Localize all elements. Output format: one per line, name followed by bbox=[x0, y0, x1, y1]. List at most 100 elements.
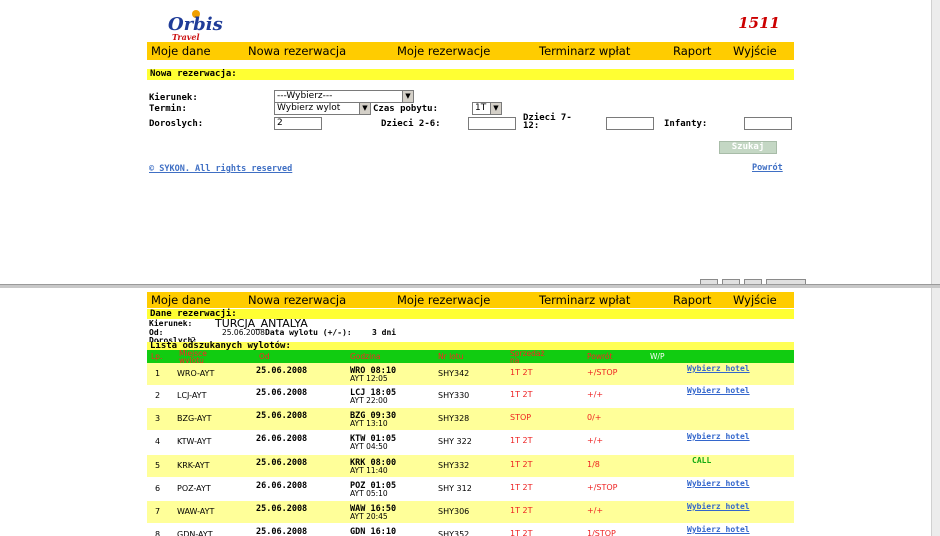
orbis-travel-logo: Orbis Travel bbox=[168, 6, 238, 42]
cell-lp: 1 bbox=[155, 369, 161, 378]
select-hotel-link[interactable]: Wybierz hotel bbox=[687, 364, 750, 373]
cell-return: +/STOP bbox=[587, 483, 618, 492]
cell-flight: SHY 312 bbox=[438, 484, 472, 493]
cell-route: POZ-AYT bbox=[177, 484, 211, 493]
cell-flight: SHY342 bbox=[438, 369, 470, 378]
col-powrot: Powrót bbox=[587, 352, 613, 361]
dorosli-input[interactable]: 2 bbox=[274, 117, 322, 130]
main-nav-bottom: Moje dane Nowa rezerwacja Moje rezerwacj… bbox=[147, 292, 794, 308]
chevron-down-icon: ▼ bbox=[359, 103, 370, 114]
nav-raport[interactable]: Raport bbox=[673, 44, 711, 58]
col-wp: W/P bbox=[650, 352, 665, 361]
res-data-value: 3 dni bbox=[372, 328, 397, 337]
czas-label: Czas pobytu: bbox=[373, 104, 439, 114]
nav-nowa-rezerwacja[interactable]: Nowa rezerwacja bbox=[248, 293, 346, 307]
nav-nowa-rezerwacja[interactable]: Nowa rezerwacja bbox=[248, 44, 346, 58]
cell-lp: 7 bbox=[155, 507, 161, 516]
res-kierunek-label: Kierunek: bbox=[149, 319, 193, 328]
cell-lp: 4 bbox=[155, 437, 161, 446]
nav-terminarz-wplat[interactable]: Terminarz wpłat bbox=[539, 293, 630, 307]
cell-arrival: AYT 05:10 bbox=[350, 489, 388, 498]
dzieci26-input[interactable] bbox=[468, 117, 516, 130]
cell-return: 0/+ bbox=[587, 413, 602, 422]
table-row: 4 KTW-AYT 26.06.2008 KTW 01:05 AYT 04:50 SHY … bbox=[147, 431, 794, 453]
col-od: Od bbox=[259, 352, 270, 361]
call-label: CALL bbox=[692, 456, 712, 465]
cell-sale: 1T 2T bbox=[510, 460, 533, 469]
kierunek-value: ---Wybierz--- bbox=[277, 91, 333, 101]
nav-wyjscie[interactable]: Wyjście bbox=[733, 293, 777, 307]
search-button[interactable]: Szukaj bbox=[719, 141, 777, 154]
cell-lp: 5 bbox=[155, 461, 161, 470]
cell-sale: 1T 2T bbox=[510, 483, 533, 492]
cell-date: 25.06.2008 bbox=[256, 366, 308, 376]
cell-return: 1/8 bbox=[587, 460, 600, 469]
nav-moje-dane[interactable]: Moje dane bbox=[151, 44, 211, 58]
main-nav: Moje dane Nowa rezerwacja Moje rezerwacj… bbox=[147, 42, 794, 60]
table-row: 5 KRK-AYT 25.06.2008 KRK 08:00 AYT 11:40 SHY3… bbox=[147, 455, 794, 477]
res-od-value: 25.06.2008 bbox=[222, 328, 265, 337]
table-row: 8 GDN-AYT 25.06.2008 GDN 16:10 SHY352 1T 2T 1/… bbox=[147, 524, 794, 536]
termin-value: Wybierz wylot bbox=[277, 103, 341, 113]
cell-lp: 8 bbox=[155, 530, 161, 536]
dzieci712-label: Dzieci 7-12: bbox=[523, 113, 572, 131]
dzieci26-label: Dzieci 2-6: bbox=[381, 119, 441, 129]
cell-route: KRK-AYT bbox=[177, 461, 210, 470]
select-hotel-link[interactable]: Wybierz hotel bbox=[687, 479, 750, 488]
copyright-link[interactable]: © SYKON. All rights reserved bbox=[149, 164, 292, 174]
cell-route: LCJ-AYT bbox=[177, 391, 207, 400]
cell-arrival: AYT 11:40 bbox=[350, 466, 388, 475]
cell-route: GDN-AYT bbox=[177, 530, 213, 536]
cell-arrival: AYT 20:45 bbox=[350, 512, 388, 521]
select-hotel-link[interactable]: Wybierz hotel bbox=[687, 432, 750, 441]
chevron-down-icon: ▼ bbox=[490, 103, 501, 114]
nav-moje-dane[interactable]: Moje dane bbox=[151, 293, 211, 307]
table-row: 1 WRO-AYT 25.06.2008 WRO 08:10 AYT 12:05 SHY3… bbox=[147, 363, 794, 385]
cell-sale: 1T 2T bbox=[510, 436, 533, 445]
section-title: Nowa rezerwacja: bbox=[147, 69, 794, 80]
select-hotel-link[interactable]: Wybierz hotel bbox=[687, 386, 750, 395]
col-godzina: Godzina bbox=[350, 352, 381, 361]
cell-route: BZG-AYT bbox=[177, 414, 212, 423]
back-link[interactable]: Powrót bbox=[752, 163, 783, 173]
cell-lp: 2 bbox=[155, 391, 161, 400]
search-window: Orbis Travel 1511 Moje dane Nowa rezerwa… bbox=[0, 0, 940, 285]
nav-moje-rezerwacje[interactable]: Moje rezerwacje bbox=[397, 293, 490, 307]
czas-value: 1T bbox=[475, 103, 487, 113]
cell-return: +/+ bbox=[587, 506, 604, 515]
dzieci712-input[interactable] bbox=[606, 117, 654, 130]
select-hotel-link[interactable]: Wybierz hotel bbox=[687, 525, 750, 534]
results-header: Lp. Miejsce wylotu Od Godzina Nr lotu Sp… bbox=[147, 350, 794, 364]
nav-raport[interactable]: Raport bbox=[673, 293, 711, 307]
cell-route: WRO-AYT bbox=[177, 369, 215, 378]
cell-flight: SHY 322 bbox=[438, 437, 472, 446]
logo-sub: Travel bbox=[172, 32, 200, 42]
cell-flight: SHY352 bbox=[438, 530, 470, 536]
cell-return: 1/STOP bbox=[587, 529, 616, 536]
nav-terminarz-wplat[interactable]: Terminarz wpłat bbox=[539, 44, 630, 58]
cell-flight: SHY332 bbox=[438, 461, 470, 470]
infanty-input[interactable] bbox=[744, 117, 792, 130]
czas-select[interactable]: 1T ▼ bbox=[472, 102, 502, 115]
cell-date: 25.06.2008 bbox=[256, 527, 308, 536]
bottom-scrollbar[interactable] bbox=[931, 288, 940, 536]
cell-flight: SHY330 bbox=[438, 391, 470, 400]
table-row: 3 BZG-AYT 25.06.2008 BZG 09:30 AYT 13:10 SHY3… bbox=[147, 408, 794, 430]
nav-wyjscie[interactable]: Wyjście bbox=[733, 44, 777, 58]
chevron-down-icon: ▼ bbox=[402, 91, 413, 102]
top-scrollbar[interactable] bbox=[931, 0, 940, 284]
cell-lp: 6 bbox=[155, 484, 161, 493]
cell-route: KTW-AYT bbox=[177, 437, 212, 446]
cell-return: +/+ bbox=[587, 436, 604, 445]
cell-sale: STOP bbox=[510, 413, 532, 422]
agent-code: 1511 bbox=[738, 14, 780, 32]
cell-date: 25.06.2008 bbox=[256, 458, 308, 468]
kierunek-label: Kierunek: bbox=[149, 93, 198, 103]
cell-sale: 1T 2T bbox=[510, 368, 533, 377]
select-hotel-link[interactable]: Wybierz hotel bbox=[687, 502, 750, 511]
res-data-label: Data wylotu (+/-): bbox=[265, 328, 352, 337]
termin-select[interactable]: Wybierz wylot ▼ bbox=[274, 102, 371, 115]
cell-arrival: AYT 12:05 bbox=[350, 374, 388, 383]
nav-moje-rezerwacje[interactable]: Moje rezerwacje bbox=[397, 44, 490, 58]
cell-departure: GDN 16:10 bbox=[350, 527, 397, 536]
